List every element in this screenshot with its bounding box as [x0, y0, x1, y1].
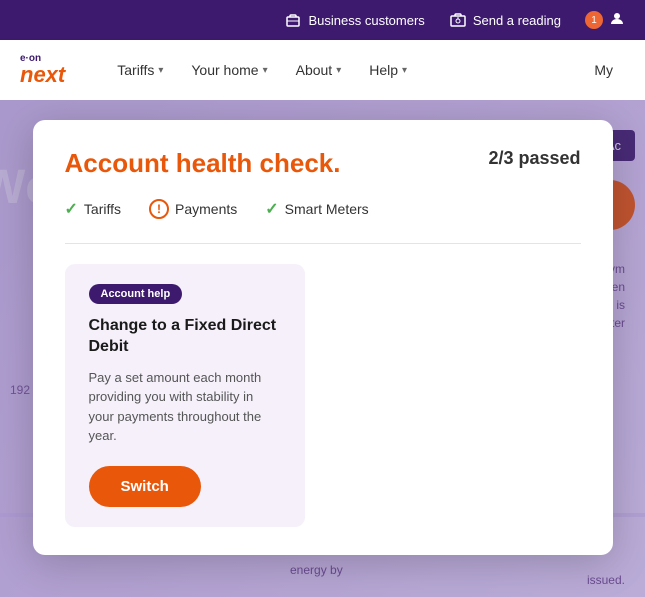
check-smart-meters-pass-icon: ✓ [265, 199, 278, 219]
help-chevron-icon: ▾ [402, 65, 407, 76]
page-background: Wc 192 G... Ac t paympaymenment iss afte… [0, 100, 645, 597]
check-items-row: ✓ Tariffs ! Payments ✓ Smart Meters [65, 199, 581, 219]
meter-icon [449, 11, 467, 29]
send-reading-link[interactable]: Send a reading [449, 11, 561, 29]
about-chevron-icon: ▾ [336, 65, 341, 76]
your-home-chevron-icon: ▾ [263, 65, 268, 76]
nav-your-home-label: Your home [191, 62, 258, 78]
notification-badge[interactable]: 1 [585, 11, 603, 29]
switch-button[interactable]: Switch [89, 466, 201, 507]
card-badge: Account help [89, 284, 183, 304]
check-payments-warn-icon: ! [149, 199, 169, 219]
business-customers-link[interactable]: Business customers [284, 11, 424, 29]
briefcase-icon [284, 11, 302, 29]
card-title: Change to a Fixed Direct Debit [89, 316, 281, 358]
logo: e·on next [20, 54, 65, 86]
nav-help[interactable]: Help ▾ [357, 54, 419, 86]
check-smart-meters: ✓ Smart Meters [265, 199, 368, 219]
nav-your-home[interactable]: Your home ▾ [179, 54, 279, 86]
check-payments: ! Payments [149, 199, 237, 219]
modal-header: Account health check. 2/3 passed [65, 148, 581, 179]
logo-next-text: next [20, 64, 65, 86]
nav-about-label: About [296, 62, 333, 78]
nav-about[interactable]: About ▾ [284, 54, 354, 86]
nav-tariffs-label: Tariffs [117, 62, 154, 78]
send-reading-label: Send a reading [473, 13, 561, 28]
check-tariffs-label: Tariffs [84, 201, 121, 217]
check-tariffs-pass-icon: ✓ [65, 199, 78, 219]
check-payments-label: Payments [175, 201, 237, 217]
action-card: Account help Change to a Fixed Direct De… [65, 264, 305, 527]
nav-my[interactable]: My [582, 54, 625, 86]
nav-my-label: My [594, 62, 613, 78]
main-nav: e·on next Tariffs ▾ Your home ▾ About ▾ … [0, 40, 645, 100]
modal-score: 2/3 passed [488, 148, 580, 169]
modal-divider [65, 243, 581, 244]
tariffs-chevron-icon: ▾ [158, 65, 163, 76]
modal-title: Account health check. [65, 148, 341, 179]
profile-icon [609, 11, 625, 30]
nav-tariffs[interactable]: Tariffs ▾ [105, 54, 175, 86]
check-tariffs: ✓ Tariffs [65, 199, 122, 219]
business-customers-label: Business customers [308, 13, 424, 28]
notification-area[interactable]: 1 [585, 11, 625, 30]
card-description: Pay a set amount each month providing yo… [89, 368, 281, 446]
utility-bar: Business customers Send a reading 1 [0, 0, 645, 40]
nav-help-label: Help [369, 62, 398, 78]
nav-items: Tariffs ▾ Your home ▾ About ▾ Help ▾ My [105, 54, 625, 86]
health-check-modal: Account health check. 2/3 passed ✓ Tarif… [33, 120, 613, 555]
check-smart-meters-label: Smart Meters [285, 201, 369, 217]
